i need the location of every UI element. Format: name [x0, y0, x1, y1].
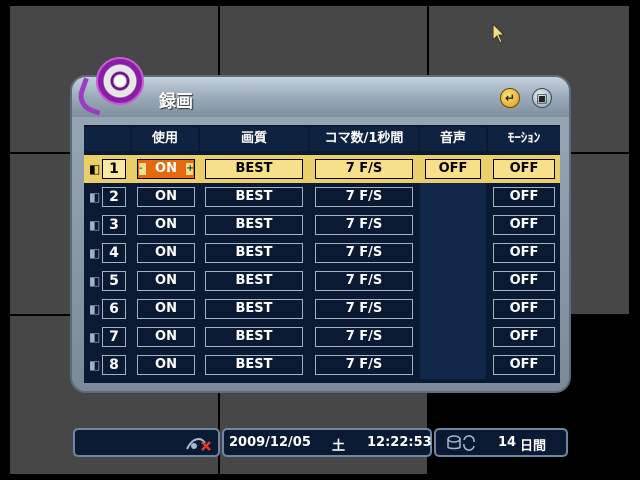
- audio-cell-empty: [420, 211, 486, 239]
- days-unit: 日間: [520, 439, 547, 454]
- quality-select[interactable]: BEST: [205, 243, 303, 263]
- channel-label: 5: [102, 271, 126, 291]
- close-icon: ▣: [536, 91, 548, 105]
- channel-number: ◧ 4: [86, 243, 128, 263]
- enter-icon: ↵: [504, 91, 516, 105]
- channel-number: ◧ 5: [86, 271, 128, 291]
- channel-label: 6: [102, 299, 126, 319]
- header-blank: [84, 127, 130, 151]
- table-row[interactable]: ◧ 4 ON BEST 7 F/S OFF: [84, 239, 560, 267]
- motion-select[interactable]: OFF: [493, 327, 555, 347]
- audio-cell-empty: [420, 323, 486, 351]
- close-button[interactable]: ▣: [532, 88, 552, 108]
- table-row[interactable]: ◧ 6 ON BEST 7 F/S OFF: [84, 295, 560, 323]
- use-toggle[interactable]: ON: [137, 355, 195, 375]
- frames-select[interactable]: 7 F/S: [315, 327, 413, 347]
- hdd-overwrite-icon: [447, 435, 475, 451]
- speaker-icon: ◧: [89, 190, 101, 204]
- frames-select[interactable]: 7 F/S: [315, 215, 413, 235]
- enter-button[interactable]: ↵: [500, 88, 520, 108]
- speaker-icon: ◧: [89, 358, 101, 372]
- motion-select[interactable]: OFF: [493, 355, 555, 375]
- channel-number: ◧ 6: [86, 299, 128, 319]
- datetime-panel: 2009/12/05 土 12:22:53: [222, 428, 432, 457]
- table-row[interactable]: ◧ 2 ON BEST 7 F/S OFF: [84, 183, 560, 211]
- channel-label: 4: [102, 243, 126, 263]
- channel-number: ◧ 8: [86, 355, 128, 375]
- use-toggle[interactable]: ON: [137, 187, 195, 207]
- audio-select[interactable]: OFF: [425, 159, 481, 179]
- speaker-icon: ◧: [89, 302, 101, 316]
- header-audio: 音声: [420, 127, 486, 151]
- channel-number: ◧ 3: [86, 215, 128, 235]
- table-row[interactable]: ◧ 1 ON - + BEST 7 F/S OFF OFF: [84, 155, 560, 183]
- channel-label: 2: [102, 187, 126, 207]
- frames-select[interactable]: 7 F/S: [315, 243, 413, 263]
- header-quality: 画質: [200, 127, 308, 151]
- quality-select[interactable]: BEST: [205, 299, 303, 319]
- storage-panel: 14 日間: [434, 428, 568, 457]
- motion-select[interactable]: OFF: [493, 299, 555, 319]
- film-reel-icon: [96, 57, 144, 105]
- cursor-icon: [492, 23, 506, 44]
- title-bar: 録画 ↵ ▣: [72, 57, 569, 117]
- network-disconnected-icon: [186, 438, 211, 451]
- table-row[interactable]: ◧ 3 ON BEST 7 F/S OFF: [84, 211, 560, 239]
- days-count: 14: [498, 435, 517, 450]
- use-toggle[interactable]: ON: [137, 299, 195, 319]
- use-toggle[interactable]: ON: [137, 215, 195, 235]
- table-row[interactable]: ◧ 5 ON BEST 7 F/S OFF: [84, 267, 560, 295]
- speaker-icon: ◧: [89, 246, 101, 260]
- table-row[interactable]: ◧ 7 ON BEST 7 F/S OFF: [84, 323, 560, 351]
- channel-label: 3: [102, 215, 126, 235]
- quality-select[interactable]: BEST: [205, 271, 303, 291]
- table-row[interactable]: ◧ 8 ON BEST 7 F/S OFF: [84, 351, 560, 379]
- speaker-icon: ◧: [89, 330, 101, 344]
- motion-select[interactable]: OFF: [493, 159, 555, 179]
- motion-select[interactable]: OFF: [493, 243, 555, 263]
- header-motion: ﾓｰｼｮﾝ: [488, 127, 560, 151]
- use-toggle[interactable]: ON: [137, 243, 195, 263]
- header-use: 使用: [132, 127, 198, 151]
- stepper-plus[interactable]: +: [186, 163, 194, 175]
- speaker-icon: ◧: [89, 274, 101, 288]
- stepper-minus[interactable]: -: [139, 163, 146, 175]
- audio-cell-empty: [420, 351, 486, 379]
- frames-select[interactable]: 7 F/S: [315, 271, 413, 291]
- motion-select[interactable]: OFF: [493, 271, 555, 291]
- weekday-text: 土: [332, 439, 346, 454]
- recording-settings-window: 録画 ↵ ▣ 使用 画質 コマ数/1秒間 音声 ﾓｰｼｮﾝ ◧ 1 ON - +…: [70, 57, 571, 393]
- motion-select[interactable]: OFF: [493, 215, 555, 235]
- quality-select[interactable]: BEST: [205, 327, 303, 347]
- settings-table: 使用 画質 コマ数/1秒間 音声 ﾓｰｼｮﾝ ◧ 1 ON - + BEST 7…: [84, 125, 560, 383]
- channel-label: 7: [102, 327, 126, 347]
- audio-cell-empty: [420, 183, 486, 211]
- quality-select[interactable]: BEST: [205, 159, 303, 179]
- frames-select[interactable]: 7 F/S: [315, 355, 413, 375]
- header-frames: コマ数/1秒間: [310, 127, 418, 151]
- window-title: 録画: [159, 92, 193, 112]
- audio-cell-empty: [420, 295, 486, 323]
- channel-label: 1: [102, 159, 126, 179]
- channel-number: ◧ 2: [86, 187, 128, 207]
- channel-number: ◧ 1: [86, 159, 128, 179]
- network-status-panel: [73, 428, 220, 457]
- frames-select[interactable]: 7 F/S: [315, 187, 413, 207]
- speaker-icon: ◧: [89, 162, 101, 176]
- quality-select[interactable]: BEST: [205, 187, 303, 207]
- channel-label: 8: [102, 355, 126, 375]
- channel-number: ◧ 7: [86, 327, 128, 347]
- audio-cell-empty: [420, 239, 486, 267]
- use-toggle[interactable]: ON: [137, 271, 195, 291]
- quality-select[interactable]: BEST: [205, 355, 303, 375]
- frames-select[interactable]: 7 F/S: [315, 299, 413, 319]
- use-toggle[interactable]: ON: [137, 327, 195, 347]
- audio-cell-empty: [420, 267, 486, 295]
- motion-select[interactable]: OFF: [493, 187, 555, 207]
- time-text: 12:22:53: [367, 435, 432, 450]
- frames-select[interactable]: 7 F/S: [315, 159, 413, 179]
- quality-select[interactable]: BEST: [205, 215, 303, 235]
- speaker-icon: ◧: [89, 218, 101, 232]
- date-text: 2009/12/05: [229, 435, 311, 450]
